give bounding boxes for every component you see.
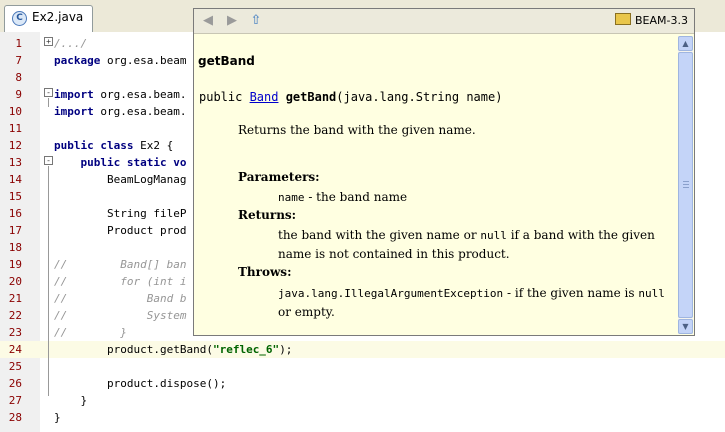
thumb-grip bbox=[683, 181, 689, 182]
tab-ex2-java[interactable]: C Ex2.java bbox=[4, 5, 93, 32]
line-number: 13 bbox=[8, 156, 22, 169]
code-text: product.getBand("reflec_6"); bbox=[54, 343, 293, 356]
code-text: } bbox=[54, 411, 61, 424]
expand-fold-icon[interactable]: + bbox=[44, 37, 53, 46]
line-number: 9 bbox=[15, 88, 22, 101]
line-number: 7 bbox=[15, 54, 22, 67]
line-number: 18 bbox=[8, 241, 22, 254]
fold-guide bbox=[48, 166, 49, 396]
line-number: 11 bbox=[8, 122, 22, 135]
thumb-grip bbox=[683, 184, 689, 185]
line-number: 20 bbox=[8, 275, 22, 288]
collapse-fold-icon[interactable]: - bbox=[44, 88, 53, 97]
code-text: public class Ex2 { bbox=[54, 139, 174, 152]
parameter-entry: name - the band name bbox=[278, 188, 673, 207]
throws-text-1: - if the given name is bbox=[503, 286, 639, 300]
code-text: // for (int i bbox=[54, 275, 187, 288]
throws-heading: Throws: bbox=[238, 265, 292, 279]
signature-modifier: public bbox=[199, 90, 250, 104]
library-jar-icon bbox=[615, 13, 632, 25]
line-number: 25 bbox=[8, 360, 22, 373]
param-name: name bbox=[278, 191, 305, 204]
param-desc: - the band name bbox=[304, 190, 408, 204]
tab-label: Ex2.java bbox=[32, 10, 84, 24]
line-number: 26 bbox=[8, 377, 22, 390]
code-text: Product prod bbox=[54, 224, 187, 237]
returns-text-1: the band with the given name or bbox=[278, 228, 481, 242]
javadoc-scrollbar[interactable]: ▲ ▼ bbox=[678, 36, 693, 334]
code-line[interactable]: 24 product.getBand("reflec_6"); bbox=[0, 341, 725, 358]
scroll-up-icon[interactable]: ▲ bbox=[678, 36, 693, 51]
javadoc-toolbar: ◀ ▶ ⇧ BEAM-3.3 bbox=[194, 9, 694, 34]
string-literal: "reflec_6" bbox=[212, 343, 280, 356]
line-number: 12 bbox=[8, 139, 22, 152]
method-title: getBand bbox=[198, 54, 255, 68]
signature-name: getBand bbox=[278, 90, 337, 104]
line-number: 21 bbox=[8, 292, 22, 305]
java-class-icon: C bbox=[12, 11, 27, 26]
returns-null: null bbox=[480, 229, 507, 242]
line-number: 19 bbox=[8, 258, 22, 271]
line-number: 27 bbox=[8, 394, 22, 407]
code-text: // Band[] ban bbox=[54, 258, 187, 271]
code-text: /.../ bbox=[54, 37, 88, 50]
code-text: package org.esa.beam bbox=[54, 54, 187, 67]
line-number: 16 bbox=[8, 207, 22, 220]
scroll-thumb[interactable] bbox=[678, 52, 693, 318]
forward-arrow-icon[interactable]: ▶ bbox=[224, 13, 240, 29]
fold-guide bbox=[48, 98, 49, 107]
code-text: product.dispose(); bbox=[54, 377, 227, 390]
signature-params: (java.lang.String name) bbox=[336, 90, 503, 104]
line-number: 28 bbox=[8, 411, 22, 424]
library-name: BEAM-3.3 bbox=[635, 14, 688, 27]
line-number: 14 bbox=[8, 173, 22, 186]
line-number: 17 bbox=[8, 224, 22, 237]
code-text: } bbox=[54, 394, 88, 407]
code-text: import org.esa.beam. bbox=[54, 88, 187, 101]
scroll-down-icon[interactable]: ▼ bbox=[678, 319, 693, 334]
line-number: 22 bbox=[8, 309, 22, 322]
code-text: // Band b bbox=[54, 292, 187, 305]
returns-heading: Returns: bbox=[238, 208, 297, 222]
line-number: 8 bbox=[15, 71, 22, 84]
method-signature: public Band getBand(java.lang.String nam… bbox=[199, 90, 502, 104]
javadoc-popup: ◀ ▶ ⇧ BEAM-3.3 getBand public Band getBa… bbox=[193, 8, 695, 336]
code-text: BeamLogManag bbox=[54, 173, 187, 186]
line-number: 15 bbox=[8, 190, 22, 203]
throws-null: null bbox=[638, 287, 665, 300]
throws-exception: java.lang.IllegalArgumentException bbox=[278, 287, 504, 300]
code-text: import org.esa.beam. bbox=[54, 105, 187, 118]
code-line[interactable]: 26 product.dispose(); bbox=[0, 375, 725, 392]
collapse-fold-icon[interactable]: - bbox=[44, 156, 53, 165]
throws-text-2: or empty. bbox=[278, 305, 335, 319]
thumb-grip bbox=[683, 187, 689, 188]
line-number: 24 bbox=[8, 343, 22, 356]
go-to-source-icon[interactable]: ⇧ bbox=[248, 13, 264, 29]
line-number: 23 bbox=[8, 326, 22, 339]
code-line[interactable]: 28} bbox=[0, 409, 725, 426]
returns-text: the band with the given name or null if … bbox=[278, 226, 673, 264]
code-text: public static vo bbox=[80, 156, 187, 169]
code-text: // System bbox=[54, 309, 187, 322]
code-line[interactable]: 25 bbox=[0, 358, 725, 375]
code-text: // } bbox=[54, 326, 127, 339]
line-number: 10 bbox=[8, 105, 22, 118]
method-description: Returns the band with the given name. bbox=[238, 123, 476, 137]
code-text: String fileP bbox=[54, 207, 187, 220]
line-number: 1 bbox=[15, 37, 22, 50]
library-label: BEAM-3.3 bbox=[615, 13, 688, 27]
back-arrow-icon[interactable]: ◀ bbox=[200, 13, 216, 29]
band-type-link[interactable]: Band bbox=[250, 90, 279, 104]
throws-text: java.lang.IllegalArgumentException - if … bbox=[278, 284, 673, 322]
parameters-heading: Parameters: bbox=[238, 170, 320, 184]
code-line[interactable]: 27 } bbox=[0, 392, 725, 409]
